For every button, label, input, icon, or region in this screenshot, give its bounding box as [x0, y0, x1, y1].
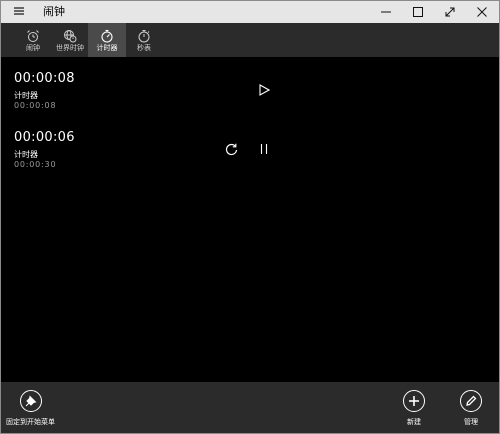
timer-icon [88, 29, 126, 43]
title-bar: 闹钟 [1, 1, 499, 23]
tab-label: 闹钟 [26, 44, 40, 52]
pause-icon [260, 144, 268, 154]
new-label: 新建 [407, 418, 421, 426]
close-icon [477, 7, 487, 17]
tab-label: 计时器 [96, 44, 118, 52]
timer-name: 计时器 [14, 91, 38, 100]
tab-bar: 闹钟 世界时钟 计时器 秒表 [1, 23, 499, 57]
pencil-icon [466, 395, 477, 406]
app-title: 闹钟 [43, 5, 65, 18]
maximize-icon [413, 7, 423, 17]
plus-icon [409, 396, 419, 406]
fullscreen-button[interactable] [435, 1, 465, 23]
timer-item[interactable]: 00:00:08 计时器 00:00:08 [14, 71, 75, 111]
bottom-app-bar: 固定到开始菜单 新建 管理 [1, 382, 499, 433]
minimize-button[interactable] [371, 1, 401, 23]
pin-button[interactable] [20, 390, 42, 412]
reset-button[interactable] [222, 140, 240, 158]
hamburger-icon[interactable] [13, 5, 25, 19]
tab-alarm[interactable]: 闹钟 [14, 23, 52, 57]
tab-timer[interactable]: 计时器 [88, 23, 126, 57]
play-icon [259, 84, 270, 96]
tab-label: 世界时钟 [56, 44, 84, 52]
close-button[interactable] [467, 1, 497, 23]
tab-world-clock[interactable]: 世界时钟 [51, 23, 89, 57]
alarm-clock-icon [14, 29, 52, 43]
app-window: 闹钟 闹钟 世界时钟 计时器 秒表 00:00:08 计时器 00:00:08 … [0, 0, 500, 434]
reset-icon [225, 143, 237, 155]
world-clock-icon [51, 29, 89, 43]
timer-name: 计时器 [14, 150, 38, 159]
pause-button[interactable] [255, 140, 273, 158]
timer-remaining-time: 00:00:06 [14, 130, 75, 145]
tab-stopwatch[interactable]: 秒表 [125, 23, 163, 57]
manage-button[interactable] [460, 390, 482, 412]
timer-original-duration: 00:00:30 [14, 160, 57, 169]
pin-label: 固定到开始菜单 [6, 418, 55, 426]
pin-icon [25, 395, 37, 407]
timer-item[interactable]: 00:00:06 计时器 00:00:30 [14, 130, 75, 170]
manage-label: 管理 [464, 418, 478, 426]
minimize-icon [381, 11, 391, 13]
timer-original-duration: 00:00:08 [14, 101, 57, 110]
stopwatch-icon [125, 29, 163, 43]
maximize-button[interactable] [403, 1, 433, 23]
new-button[interactable] [403, 390, 425, 412]
fullscreen-icon [445, 7, 455, 17]
tab-label: 秒表 [137, 44, 151, 52]
timer-remaining-time: 00:00:08 [14, 71, 75, 86]
play-button[interactable] [255, 81, 273, 99]
